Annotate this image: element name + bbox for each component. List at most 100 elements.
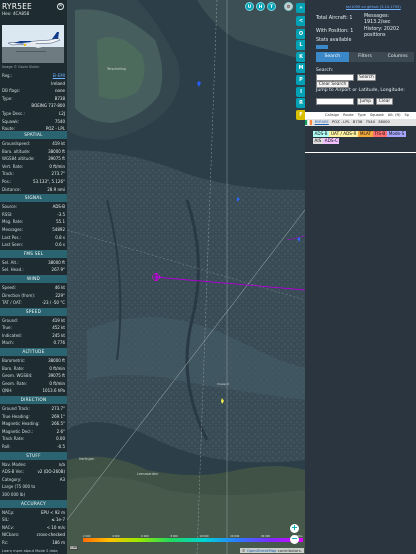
info-label[interactable]: Barometric:	[2, 357, 25, 365]
info-label[interactable]: QNH:	[2, 387, 13, 395]
info-label[interactable]: WGS84 altitude:	[2, 155, 35, 163]
info-label[interactable]: Last Pos.:	[2, 234, 21, 242]
info-label[interactable]: Sel. Head.:	[2, 266, 24, 274]
zoom-in-button[interactable]: +	[290, 523, 299, 533]
col-header-speed[interactable]: Sp	[403, 112, 412, 119]
col-header-route[interactable]: Route	[341, 112, 355, 119]
info-label[interactable]: Messages:	[2, 226, 23, 234]
info-label[interactable]: Track:	[2, 170, 14, 178]
registration-link[interactable]: EI-EMI	[53, 72, 65, 80]
info-label[interactable]: Roll:	[2, 443, 11, 451]
zoom-out-button[interactable]: −	[290, 534, 299, 544]
info-label[interactable]: Speed:	[2, 284, 16, 292]
info-row: Pos.: 53.133°, 5.126°	[0, 178, 67, 186]
info-value: 452 kt	[52, 325, 65, 331]
row-callsign[interactable]: RYR5EE	[313, 119, 330, 126]
info-label[interactable]: Magnetic Decl.:	[2, 428, 33, 436]
legend-item[interactable]: TIS-B	[373, 131, 387, 137]
info-label[interactable]: Geom. WGS84:	[2, 372, 32, 380]
info-label[interactable]: Ground Track:	[2, 405, 30, 413]
place-label: Harlingen	[79, 457, 94, 461]
info-label[interactable]: Vert. Rate:	[2, 163, 23, 171]
aircraft-photo[interactable]	[2, 25, 64, 63]
info-label[interactable]: RSSI:	[2, 211, 12, 219]
info-label[interactable]: SIL:	[2, 516, 9, 524]
info-value: 39075 ft	[48, 156, 65, 162]
info-label[interactable]: NICbaro:	[2, 531, 19, 539]
info-row: NACv: < 10 m/s	[0, 524, 67, 532]
info-label[interactable]: Msg. Rate:	[2, 218, 23, 226]
settings-gear-icon[interactable]: ⚙	[284, 2, 293, 11]
legend-item[interactable]: AIS	[313, 138, 323, 144]
info-label[interactable]: True Heading:	[2, 413, 30, 421]
info-label[interactable]: Mach:	[2, 339, 14, 347]
info-label[interactable]: Ground:	[2, 317, 18, 325]
search-label: Search:	[316, 68, 334, 73]
info-label[interactable]: Baro. altitude:	[2, 148, 30, 156]
info-row: Large (75 000 to	[0, 483, 67, 491]
legend-item[interactable]: UAT / ADS-R	[329, 131, 358, 137]
close-icon[interactable]: ✕	[57, 3, 64, 10]
legend-item[interactable]: ADS-B	[313, 131, 329, 137]
info-label[interactable]: TAT / OAT:	[2, 299, 22, 307]
tab-columns[interactable]: Columns	[381, 52, 414, 62]
stats-toggle[interactable]	[316, 45, 328, 49]
clear-button[interactable]: Clear	[376, 98, 393, 105]
info-row: Indicated: 245 kt	[0, 332, 67, 340]
info-value: 39075 ft	[48, 373, 65, 379]
info-value: 229°	[55, 292, 65, 298]
info-label[interactable]: Source:	[2, 203, 17, 211]
info-label[interactable]: Distance:	[2, 186, 21, 194]
search-button[interactable]: Search	[357, 74, 376, 81]
github-link[interactable]: tar1090 on github (3.14.1755)	[346, 5, 401, 9]
info-label[interactable]: Large (75 000 to	[2, 483, 35, 491]
legend-item[interactable]: Mode-S	[387, 131, 406, 137]
info-row: Sel. Head.: 267.9°	[0, 266, 67, 274]
info-label[interactable]: NACv:	[2, 524, 14, 532]
info-label[interactable]: Track Rate:	[2, 435, 24, 443]
info-value: none	[55, 88, 65, 94]
tab-filters[interactable]: Filters	[349, 52, 382, 62]
info-label[interactable]: Category:	[2, 476, 21, 484]
info-row: Geom. Rate: 0 ft/min	[0, 380, 67, 388]
map-view[interactable]: Leeuwarden Harlingen Terschelling Vliela…	[67, 0, 305, 554]
clear-search-button[interactable]: Clear Search	[316, 81, 349, 88]
col-header-type[interactable]: Type	[356, 112, 368, 119]
map-attribution: © OpenStreetMap contributors.	[239, 548, 304, 553]
legend-item[interactable]: MLAT	[358, 131, 373, 137]
u-button[interactable]: U	[245, 2, 254, 11]
info-label[interactable]: Indicated:	[2, 332, 22, 340]
info-label[interactable]: Baro. Rate:	[2, 365, 24, 373]
info-label[interactable]: Geom. Rate:	[2, 380, 27, 388]
info-label[interactable]: Sel. Alt.:	[2, 259, 19, 267]
info-label[interactable]: NACp:	[2, 509, 14, 517]
col-header-callsign[interactable]: Callsign	[323, 112, 341, 119]
info-label[interactable]: Magnetic Heading:	[2, 420, 40, 428]
attribution-link[interactable]: OpenStreetMap	[247, 548, 277, 553]
col-header-altitude[interactable]: Alt. (ft)	[386, 112, 403, 119]
info-label[interactable]: 300 000 lb)	[2, 491, 25, 499]
info-label[interactable]: Groundspeed:	[2, 140, 30, 148]
t-button[interactable]: T	[267, 2, 276, 11]
map-scale-bar: 3 NM	[69, 546, 78, 550]
jump-input[interactable]	[316, 98, 354, 105]
map-canvas[interactable]: Leeuwarden Harlingen Terschelling Vliela…	[67, 0, 305, 554]
info-label[interactable]: Rc:	[2, 539, 8, 547]
table-row[interactable]: RYR5EE POZ - LPL B738 7540 38000	[305, 119, 416, 126]
altitude-color-scale	[83, 538, 303, 542]
jump-button[interactable]: Jump	[357, 98, 374, 105]
info-label[interactable]: Pos.:	[2, 178, 11, 186]
legend-item[interactable]: ADS-C	[323, 138, 340, 144]
attribution-suffix: contributors.	[276, 548, 302, 553]
stats-label: Stats available	[316, 38, 352, 43]
info-label[interactable]: Nav. Modes:	[2, 461, 26, 469]
info-label[interactable]: Last Seen:	[2, 241, 23, 249]
col-header-squawk[interactable]: Squawk	[368, 112, 386, 119]
h-button[interactable]: H	[256, 2, 265, 11]
tab-search[interactable]: Search	[316, 52, 349, 62]
info-row: Geom. WGS84: 39075 ft	[0, 372, 67, 380]
info-label[interactable]: ADS-B Ver.:	[2, 468, 24, 476]
search-input[interactable]	[316, 74, 354, 81]
info-label[interactable]: Direction (from):	[2, 292, 35, 300]
info-label[interactable]: True:	[2, 324, 12, 332]
